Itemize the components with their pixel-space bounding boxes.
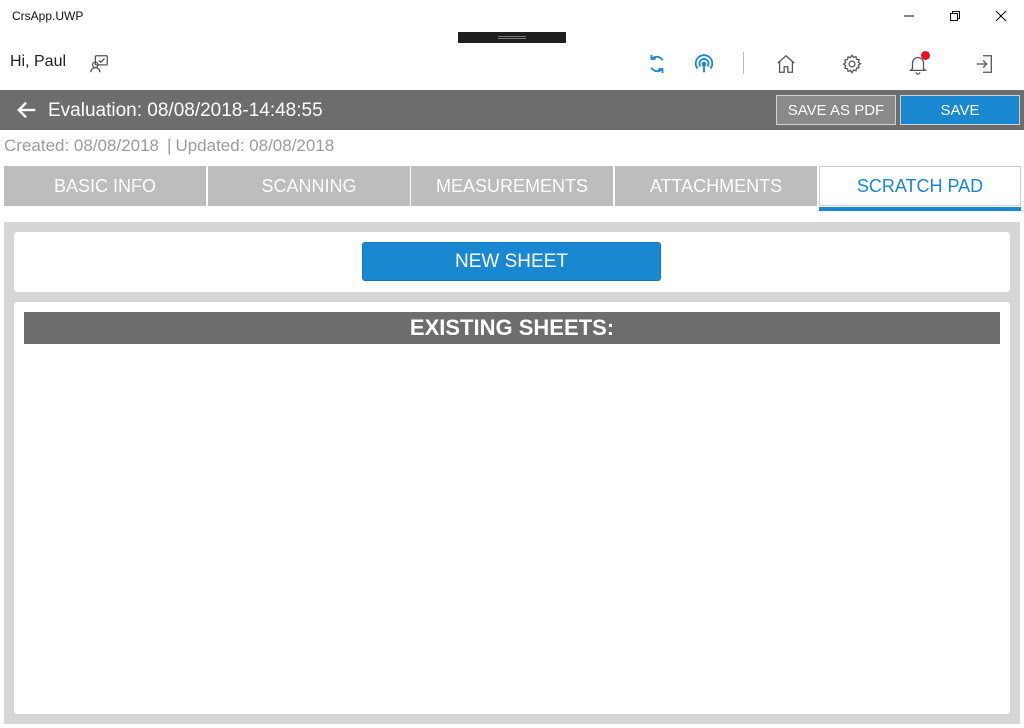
logout-icon (976, 55, 992, 73)
evaluation-dates: Created: 08/08/2018 | Updated: 08/08/2018 (4, 136, 334, 156)
save-button[interactable]: SAVE (900, 95, 1020, 125)
restore-icon (950, 11, 960, 21)
tab-attachments[interactable]: ATTACHMENTS (615, 166, 817, 206)
feedback-icon (90, 55, 108, 73)
evaluation-title: Evaluation: 08/08/2018-14:48:55 (48, 100, 323, 121)
window-title-bar: CrsApp.UWP (0, 0, 1024, 32)
logout-button[interactable] (970, 50, 998, 78)
back-arrow-icon (17, 101, 36, 119)
home-button[interactable] (772, 50, 800, 78)
gear-icon (842, 54, 862, 74)
minimize-icon (904, 15, 914, 17)
close-icon (995, 10, 1007, 22)
existing-sheets-card: EXISTING SHEETS: (14, 302, 1010, 714)
active-tab-indicator (819, 207, 1021, 211)
minimize-button[interactable] (886, 0, 932, 32)
tab-measurements[interactable]: MEASUREMENTS (411, 166, 613, 206)
signal-icon (694, 54, 714, 73)
tab-scanning[interactable]: SCANNING (208, 166, 410, 206)
feedback-button[interactable] (85, 50, 113, 78)
restore-button[interactable] (932, 0, 978, 32)
save-as-pdf-button[interactable]: SAVE AS PDF (776, 95, 896, 125)
updated-date: Updated: 08/08/2018 (175, 136, 335, 155)
new-sheet-button[interactable]: NEW SHEET (362, 242, 661, 281)
date-separator: | (167, 136, 172, 155)
settings-button[interactable] (838, 50, 866, 78)
tab-bar: BASIC INFO SCANNING MEASUREMENTS ATTACHM… (4, 166, 1021, 212)
home-icon (777, 54, 795, 73)
app-title: CrsApp.UWP (12, 9, 84, 23)
scratch-pad-panel: NEW SHEET EXISTING SHEETS: (4, 222, 1020, 724)
notification-badge (921, 51, 930, 60)
header-divider (743, 52, 744, 74)
sync-icon (650, 54, 664, 74)
tab-basic-info[interactable]: BASIC INFO (4, 166, 206, 206)
tab-scratch-pad[interactable]: SCRATCH PAD (819, 166, 1021, 206)
new-sheet-card: NEW SHEET (14, 232, 1010, 292)
sync-button[interactable] (643, 50, 671, 78)
signal-button[interactable] (690, 50, 718, 78)
close-button[interactable] (978, 0, 1024, 32)
created-date: Created: 08/08/2018 (4, 136, 160, 155)
existing-sheets-heading: EXISTING SHEETS: (24, 312, 1000, 344)
user-greeting: Hi, Paul (10, 53, 67, 70)
notifications-button[interactable] (904, 50, 932, 78)
app-header: Hi, Paul (0, 38, 1024, 90)
back-button[interactable] (14, 98, 40, 122)
